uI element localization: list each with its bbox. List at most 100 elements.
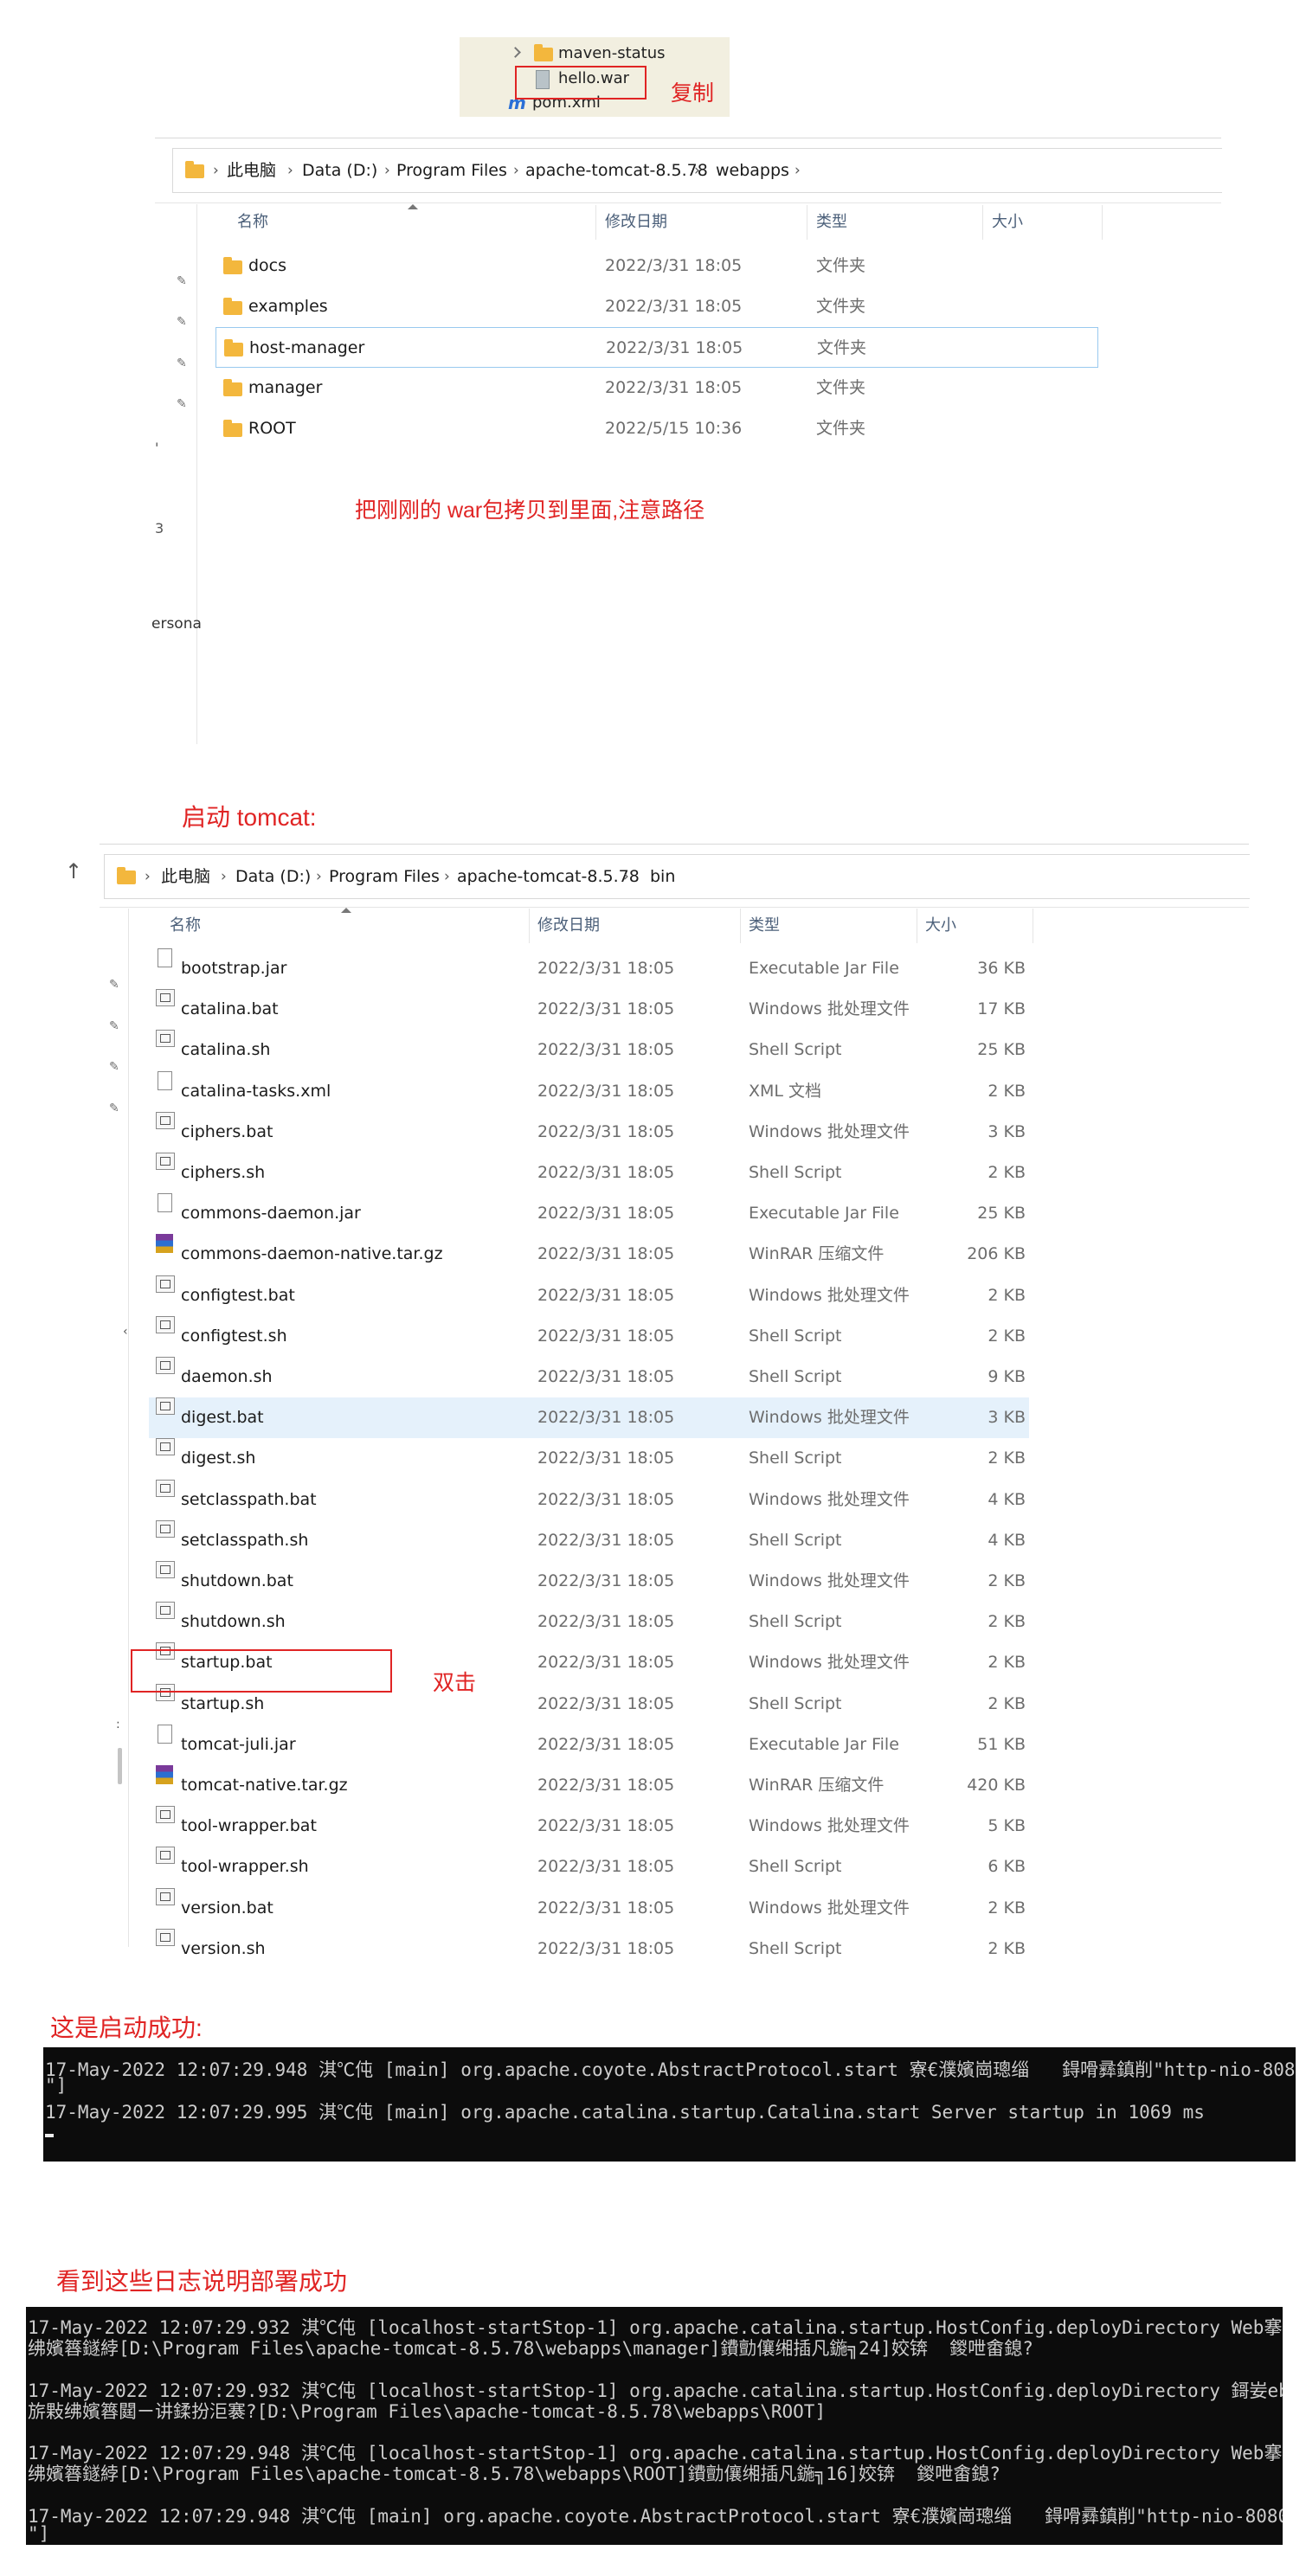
file-row[interactable]: ROOT 2022/5/15 10:36 文件夹 xyxy=(216,408,1098,449)
file-row[interactable]: catalina.sh 2022/3/31 18:05 Shell Script 25… xyxy=(149,1030,1029,1070)
column-header-size[interactable]: 大小 xyxy=(992,205,1023,240)
file-row[interactable]: tool-wrapper.bat 2022/3/31 18:05 Windows 批… xyxy=(149,1806,1029,1847)
file-row[interactable]: commons-daemon-native.tar.gz 2022/3/31 18… xyxy=(149,1234,1029,1275)
chevron-right-icon: › xyxy=(287,162,293,179)
pin-icon[interactable]: ✎ xyxy=(177,357,189,369)
file-date: 2022/3/31 18:05 xyxy=(537,1204,675,1223)
file-date: 2022/3/31 18:05 xyxy=(537,1367,675,1386)
pin-icon[interactable]: ✎ xyxy=(109,1102,121,1115)
nav-pane-divider xyxy=(128,909,129,1947)
address-bar[interactable]: › 此电脑 › Data (D:) › Program Files › apac… xyxy=(172,148,1222,193)
column-header-name[interactable]: 名称 xyxy=(170,909,201,943)
pin-icon[interactable]: ✎ xyxy=(109,1061,121,1073)
file-date: 2022/3/31 18:05 xyxy=(537,1286,675,1305)
file-row[interactable]: version.sh 2022/3/31 18:05 Shell Script 2 K… xyxy=(149,1929,1029,1969)
column-header-size[interactable]: 大小 xyxy=(925,909,956,943)
pin-icon[interactable]: ✎ xyxy=(177,316,189,328)
file-size: 2 KB xyxy=(988,1694,1026,1713)
column-header-date[interactable]: 修改日期 xyxy=(537,909,600,943)
breadcrumb-this-pc[interactable]: 此电脑 xyxy=(227,149,276,192)
file-row[interactable]: daemon.sh 2022/3/31 18:05 Shell Script 9 KB xyxy=(149,1357,1029,1397)
pin-icon[interactable]: ✎ xyxy=(109,1020,121,1032)
file-size: 4 KB xyxy=(988,1490,1026,1509)
file-size: 51 KB xyxy=(977,1735,1026,1754)
file-row[interactable]: configtest.sh 2022/3/31 18:05 Shell Script… xyxy=(149,1316,1029,1357)
file-row[interactable]: ciphers.bat 2022/3/31 18:05 Windows 批处理文件 3… xyxy=(149,1112,1029,1153)
breadcrumb-webapps[interactable]: webapps xyxy=(716,149,789,192)
file-name: configtest.bat xyxy=(181,1286,295,1305)
file-row[interactable]: examples 2022/3/31 18:05 文件夹 xyxy=(216,286,1098,327)
file-row[interactable]: digest.bat 2022/3/31 18:05 Windows 批处理文件 3 … xyxy=(149,1397,1029,1438)
file-row[interactable]: catalina.bat 2022/3/31 18:05 Windows 批处理文件… xyxy=(149,989,1029,1030)
file-row[interactable]: shutdown.bat 2022/3/31 18:05 Windows 批处理文件… xyxy=(149,1561,1029,1602)
breadcrumb-tomcat[interactable]: apache-tomcat-8.5.78 xyxy=(525,149,708,192)
up-arrow-icon[interactable]: ↑ xyxy=(65,859,82,883)
file-date: 2022/3/31 18:05 xyxy=(537,1244,675,1263)
breadcrumb-program-files[interactable]: Program Files xyxy=(396,149,507,192)
breadcrumb-tomcat[interactable]: apache-tomcat-8.5.78 xyxy=(457,855,640,898)
breadcrumb-program-files[interactable]: Program Files xyxy=(329,855,440,898)
file-type: Shell Script xyxy=(749,1327,842,1346)
file-date: 2022/3/31 18:05 xyxy=(537,1408,675,1427)
pin-icon[interactable]: ✎ xyxy=(177,398,189,410)
script-icon xyxy=(156,1602,175,1619)
column-header-type[interactable]: 类型 xyxy=(816,205,847,240)
file-row[interactable]: ciphers.sh 2022/3/31 18:05 Shell Script 2 K… xyxy=(149,1153,1029,1193)
console-line: 17-May-2022 12:07:29.948 淇℃伅 [main] org.… xyxy=(45,2059,1296,2080)
file-row[interactable]: manager 2022/3/31 18:05 文件夹 xyxy=(216,368,1098,408)
divider xyxy=(100,844,1249,845)
file-row[interactable]: setclasspath.sh 2022/3/31 18:05 Shell Scri… xyxy=(149,1520,1029,1561)
column-header-type[interactable]: 类型 xyxy=(749,909,780,943)
folder-icon xyxy=(223,257,242,274)
pin-icon[interactable]: ✎ xyxy=(177,275,189,287)
file-row[interactable]: bootstrap.jar 2022/3/31 18:05 Executable J… xyxy=(149,948,1029,989)
file-row[interactable]: commons-daemon.jar 2022/3/31 18:05 Executa… xyxy=(149,1193,1029,1234)
file-type: WinRAR 压缩文件 xyxy=(749,1244,885,1263)
breadcrumb-bin[interactable]: bin xyxy=(650,855,675,898)
file-name: host-manager xyxy=(249,338,365,357)
file-date: 2022/3/31 18:05 xyxy=(537,1327,675,1346)
file-size: 206 KB xyxy=(967,1244,1026,1263)
nav-scrollbar[interactable] xyxy=(118,1748,122,1784)
file-type: Shell Script xyxy=(749,1367,842,1386)
tree-item-maven-status[interactable]: maven-status xyxy=(460,42,730,65)
file-date: 2022/3/31 18:05 xyxy=(605,378,743,397)
file-row[interactable]: tomcat-native.tar.gz 2022/3/31 18:05 WinRA… xyxy=(149,1765,1029,1806)
script-icon xyxy=(156,1929,175,1946)
folder-icon xyxy=(223,379,242,396)
pin-icon[interactable]: ✎ xyxy=(109,979,121,991)
file-row[interactable]: shutdown.sh 2022/3/31 18:05 Shell Script 2 … xyxy=(149,1602,1029,1642)
file-name: ROOT xyxy=(248,419,296,438)
breadcrumb-this-pc[interactable]: 此电脑 xyxy=(161,855,210,898)
highlight-box xyxy=(515,66,647,100)
file-row[interactable]: tomcat-juli.jar 2022/3/31 18:05 Executable… xyxy=(149,1725,1029,1765)
breadcrumb-data-drive[interactable]: Data (D:) xyxy=(235,855,311,898)
annotation-copy-war: 把刚刚的 war包拷贝到里面,注意路径 xyxy=(355,498,705,523)
file-type: XML 文档 xyxy=(749,1082,822,1101)
chevron-right-icon: › xyxy=(145,868,151,885)
column-header-date[interactable]: 修改日期 xyxy=(605,205,667,240)
divider xyxy=(100,907,1249,908)
file-row[interactable]: version.bat 2022/3/31 18:05 Windows 批处理文件 2… xyxy=(149,1888,1029,1929)
file-size: 420 KB xyxy=(967,1776,1026,1795)
file-size: 9 KB xyxy=(988,1367,1026,1386)
file-size: 36 KB xyxy=(977,959,1026,978)
breadcrumb-data-drive[interactable]: Data (D:) xyxy=(302,149,377,192)
file-date: 2022/3/31 18:05 xyxy=(537,999,675,1018)
chevron-right-icon[interactable] xyxy=(510,47,521,58)
file-row[interactable]: setclasspath.bat 2022/3/31 18:05 Windows 批… xyxy=(149,1480,1029,1520)
address-bar[interactable]: › 此电脑 › Data (D:) › Program Files › apac… xyxy=(104,854,1250,899)
file-type: Windows 批处理文件 xyxy=(749,1898,910,1918)
file-name: tool-wrapper.sh xyxy=(181,1857,309,1876)
file-row[interactable]: configtest.bat 2022/3/31 18:05 Windows 批处理… xyxy=(149,1275,1029,1316)
file-row[interactable]: catalina-tasks.xml 2022/3/31 18:05 XML 文档 2… xyxy=(149,1071,1029,1112)
file-row[interactable]: docs 2022/3/31 18:05 文件夹 xyxy=(216,246,1098,286)
file-row[interactable]: tool-wrapper.sh 2022/3/31 18:05 Shell Scri… xyxy=(149,1847,1029,1887)
column-header-name[interactable]: 名称 xyxy=(237,205,268,240)
file-name: manager xyxy=(248,378,323,397)
file-name: version.sh xyxy=(181,1939,266,1958)
console-line: 绋嬪簭鐩綍[D:\Program Files\apache-tomcat-8.5… xyxy=(28,2338,1033,2360)
file-row[interactable]: host-manager 2022/3/31 18:05 文件夹 xyxy=(216,327,1098,368)
script-icon xyxy=(156,1480,175,1497)
file-row[interactable]: digest.sh 2022/3/31 18:05 Shell Script 2 KB xyxy=(149,1438,1029,1479)
